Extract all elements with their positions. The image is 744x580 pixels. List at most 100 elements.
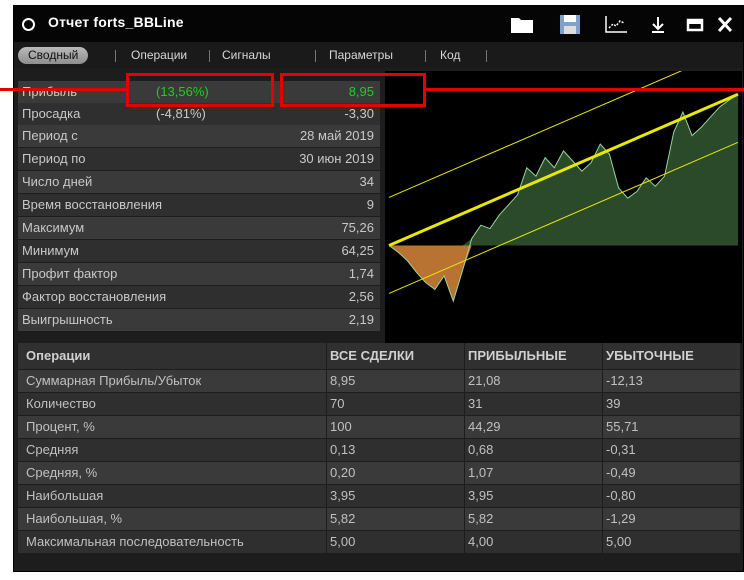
- table-cell: 39: [606, 396, 621, 411]
- annotation-box-value: [280, 73, 426, 107]
- stat-row: Фактор восстановления 2,56: [18, 286, 380, 308]
- table-cell: -0,49: [606, 465, 636, 480]
- table-cell: Наибольшая, %: [26, 511, 123, 526]
- table-cell: 3,95: [468, 488, 494, 503]
- table-cell: 100: [330, 419, 352, 434]
- tab-separator: [425, 50, 426, 62]
- table-row: Суммарная Прибыль/Убыток 8,95 21,08 -12,13: [18, 370, 740, 392]
- tab-separator: [486, 50, 487, 62]
- download-icon[interactable]: [649, 15, 667, 34]
- table-cell: 3,95: [330, 488, 356, 503]
- table-cell: 1,07: [468, 465, 494, 480]
- stat-row: Минимум 64,25: [18, 240, 380, 262]
- stat-label: Минимум: [22, 243, 79, 258]
- stat-label: Профит фактор: [22, 266, 118, 281]
- column-separator: [326, 343, 327, 554]
- tab-separator: [209, 50, 210, 62]
- annotation-arrow-right: [424, 88, 744, 91]
- drawdown-area: [389, 245, 738, 302]
- table-cell: 0,20: [330, 465, 356, 480]
- stat-value: 34: [359, 174, 374, 189]
- tab-parameters[interactable]: Параметры: [329, 47, 393, 64]
- minimize-icon[interactable]: [686, 15, 704, 34]
- stat-label: Период с: [22, 128, 78, 143]
- header-profitable: ПРИБЫЛЬНЫЕ: [468, 348, 567, 363]
- stat-value: 1,74: [348, 266, 374, 281]
- table-cell: -0,31: [606, 442, 636, 457]
- stat-row: Профит фактор 1,74: [18, 263, 380, 285]
- annotation-box-percent: [126, 73, 274, 107]
- table-cell: Процент, %: [26, 419, 95, 434]
- table-cell: 5,00: [330, 534, 356, 549]
- header-all-trades: ВСЕ СДЕЛКИ: [330, 348, 415, 363]
- stat-value: 64,25: [341, 243, 374, 258]
- stat-value: 9: [366, 197, 374, 212]
- table-cell: -1,29: [606, 511, 636, 526]
- drawdown-value: -3,30: [344, 106, 374, 121]
- table-row: Количество 70 31 39: [18, 393, 740, 415]
- table-cell: 0,68: [468, 442, 494, 457]
- tab-separator: [115, 50, 116, 62]
- stat-value: 30 июн 2019: [299, 151, 374, 166]
- table-cell: Максимальная последовательность: [26, 534, 244, 549]
- stat-value: 28 май 2019: [299, 128, 374, 143]
- table-cell: Наибольшая: [26, 488, 104, 503]
- stat-row: Период по 30 июн 2019: [18, 148, 380, 170]
- window-status-icon: [22, 18, 35, 31]
- table-cell: 55,71: [606, 419, 639, 434]
- stat-label: Время восстановления: [22, 197, 163, 212]
- stat-label: Фактор восстановления: [22, 289, 167, 304]
- header-operations: Операции: [26, 348, 91, 363]
- stat-row: Период с 28 май 2019: [18, 125, 380, 147]
- stat-value: 2,56: [348, 289, 374, 304]
- table-row: Процент, % 100 44,29 55,71: [18, 416, 740, 438]
- annotation-arrow-left: [0, 88, 128, 91]
- table-cell: Средняя, %: [26, 465, 98, 480]
- save-icon[interactable]: [559, 15, 581, 34]
- tab-summary[interactable]: Сводный: [18, 47, 89, 64]
- table-cell: 0,13: [330, 442, 356, 457]
- stat-row: Время восстановления 9: [18, 194, 380, 216]
- table-cell: -12,13: [606, 373, 643, 388]
- table-cell: Суммарная Прибыль/Убыток: [26, 373, 202, 388]
- table-header: Операции ВСЕ СДЕЛКИ ПРИБЫЛЬНЫЕ УБЫТОЧНЫЕ: [18, 343, 740, 369]
- table-cell: 21,08: [468, 373, 501, 388]
- stat-label: Период по: [22, 151, 86, 166]
- equity-chart: [385, 45, 742, 343]
- tab-signals[interactable]: Сигналы: [222, 47, 271, 64]
- tab-bar: Сводный Операции Сигналы Параметры Код: [14, 42, 743, 68]
- tab-code[interactable]: Код: [440, 47, 460, 64]
- drawdown-percent: (-4,81%): [156, 106, 206, 121]
- table-row: Средняя 0,13 0,68 -0,31: [18, 439, 740, 461]
- chart-settings-icon[interactable]: [603, 15, 629, 34]
- column-separator: [602, 343, 603, 554]
- stat-label: Просадка: [22, 106, 81, 121]
- table-cell: 44,29: [468, 419, 501, 434]
- table-cell: 5,82: [330, 511, 356, 526]
- table-row: Средняя, % 0,20 1,07 -0,49: [18, 462, 740, 484]
- tab-operations[interactable]: Операции: [131, 47, 187, 64]
- stat-label: Выигрышность: [22, 312, 113, 327]
- table-cell: 5,00: [606, 534, 632, 549]
- table-row: Наибольшая, % 5,82 5,82 -1,29: [18, 508, 740, 530]
- table-cell: -0,80: [606, 488, 636, 503]
- window-title: Отчет forts_BBLine: [48, 14, 184, 30]
- stat-row: Выигрышность 2,19: [18, 309, 380, 331]
- title-bar: Отчет forts_BBLine: [14, 6, 743, 42]
- table-cell: Количество: [26, 396, 96, 411]
- table-cell: Средняя: [26, 442, 79, 457]
- table-row: Максимальная последовательность 5,00 4,00 5…: [18, 531, 740, 553]
- close-icon[interactable]: [716, 15, 734, 34]
- stat-row: Максимум 75,26: [18, 217, 380, 239]
- header-losing: УБЫТОЧНЫЕ: [606, 348, 694, 363]
- column-separator: [464, 343, 465, 554]
- table-cell: 8,95: [330, 373, 356, 388]
- folder-icon[interactable]: [510, 15, 534, 34]
- stat-value: 2,19: [348, 312, 374, 327]
- summary-stats: Прибыль (13,56%) 8,95 Просадка (-4,81%) …: [18, 71, 380, 337]
- table-row: Наибольшая 3,95 3,95 -0,80: [18, 485, 740, 507]
- stat-row: Число дней 34: [18, 171, 380, 193]
- table-cell: 70: [330, 396, 345, 411]
- table-cell: 4,00: [468, 534, 494, 549]
- stat-label: Прибыль: [22, 84, 77, 99]
